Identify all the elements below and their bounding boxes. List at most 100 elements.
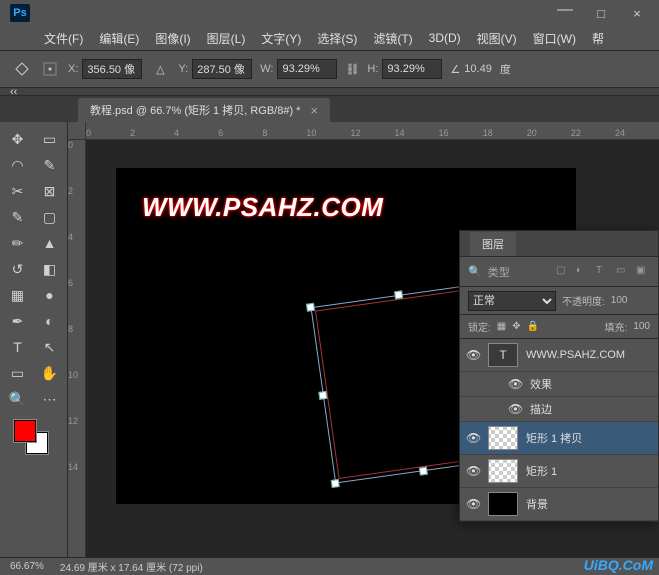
- path-select-tool[interactable]: ↖: [37, 336, 63, 358]
- reference-point-icon[interactable]: [40, 59, 60, 79]
- zoom-level[interactable]: 66.67%: [10, 561, 44, 572]
- transform-tool-icon[interactable]: [12, 59, 32, 79]
- filter-shape-icon[interactable]: ▭: [616, 265, 630, 279]
- window-minimize[interactable]: —: [547, 0, 583, 20]
- menu-edit[interactable]: 编辑(E): [93, 28, 145, 49]
- close-tab-icon[interactable]: ×: [310, 103, 318, 118]
- layer-stroke-fx[interactable]: 👁 描边: [460, 397, 658, 422]
- visibility-icon[interactable]: 👁: [466, 464, 480, 478]
- menu-help[interactable]: 帮: [586, 28, 610, 49]
- crop-tool[interactable]: ✂: [5, 180, 31, 202]
- zoom-tool[interactable]: 🔍: [5, 388, 31, 410]
- w-input[interactable]: [277, 59, 337, 79]
- menu-3d[interactable]: 3D(D): [423, 29, 467, 47]
- rectangle-tool[interactable]: ▭: [5, 362, 31, 384]
- quick-select-tool[interactable]: ✎: [37, 154, 63, 176]
- lasso-tool[interactable]: ◠: [5, 154, 31, 176]
- gradient-tool[interactable]: ▦: [5, 284, 31, 306]
- dodge-tool[interactable]: ◐: [37, 310, 63, 332]
- handle-nw[interactable]: [306, 303, 315, 312]
- brush-tool[interactable]: ✏: [5, 232, 31, 254]
- menu-bar: 文件(F) 编辑(E) 图像(I) 图层(L) 文字(Y) 选择(S) 滤镜(T…: [0, 26, 659, 50]
- search-icon[interactable]: 🔍: [468, 265, 482, 278]
- layer-rect[interactable]: 👁 矩形 1: [460, 455, 658, 488]
- visibility-icon[interactable]: 👁: [466, 431, 480, 445]
- visibility-icon[interactable]: 👁: [466, 497, 480, 511]
- opacity-value[interactable]: 100: [611, 295, 628, 306]
- document-tab[interactable]: 教程.psd @ 66.7% (矩形 1 拷贝, RGB/8#) * ×: [78, 98, 330, 122]
- menu-file[interactable]: 文件(F): [38, 28, 89, 49]
- layers-panel[interactable]: 图层 🔍 类型 ▢ ◐ T ▭ ▣ 正常 不透明度: 100 锁定: ▦ ✥ 🔒…: [459, 230, 659, 522]
- layer-background[interactable]: 👁 背景: [460, 488, 658, 521]
- filter-smart-icon[interactable]: ▣: [636, 265, 650, 279]
- edit-toolbar[interactable]: ⋯: [37, 388, 63, 410]
- collapse-toggle[interactable]: ‹‹: [0, 88, 659, 96]
- artboard-tool[interactable]: ▭: [37, 128, 63, 150]
- menu-view[interactable]: 视图(V): [471, 28, 523, 49]
- status-bar: 66.67% 24.69 厘米 x 17.64 厘米 (72 ppi): [0, 557, 659, 575]
- layer-rect-copy[interactable]: 👁 矩形 1 拷贝: [460, 422, 658, 455]
- handle-s[interactable]: [419, 467, 428, 476]
- handle-w[interactable]: [318, 391, 327, 400]
- hand-tool[interactable]: ✋: [37, 362, 63, 384]
- blend-mode[interactable]: 正常: [468, 291, 556, 311]
- handle-sw[interactable]: [331, 479, 340, 488]
- footer-watermark: UiBQ.CoM: [584, 557, 653, 573]
- y-input[interactable]: [192, 59, 252, 79]
- menu-filter[interactable]: 滤镜(T): [367, 28, 418, 49]
- layer-name[interactable]: 背景: [526, 496, 652, 512]
- layers-tab[interactable]: 图层: [470, 232, 516, 256]
- menu-layer[interactable]: 图层(L): [201, 28, 252, 49]
- lock-pixels-icon[interactable]: ▦: [497, 321, 506, 332]
- filter-type[interactable]: 类型: [488, 264, 510, 280]
- ruler-vertical[interactable]: 02468101214: [68, 140, 86, 557]
- menu-select[interactable]: 选择(S): [311, 28, 363, 49]
- layer-thumb: [488, 426, 518, 450]
- window-close[interactable]: ×: [619, 3, 655, 23]
- layer-name[interactable]: 矩形 1: [526, 463, 652, 479]
- menu-image[interactable]: 图像(I): [149, 28, 196, 49]
- visibility-icon[interactable]: 👁: [466, 348, 480, 362]
- filter-adjust-icon[interactable]: ◐: [576, 265, 590, 279]
- lock-all-icon[interactable]: 🔒: [527, 321, 539, 332]
- x-input[interactable]: [82, 59, 142, 79]
- menu-window[interactable]: 窗口(W): [527, 28, 582, 49]
- lock-label: 锁定:: [468, 319, 491, 334]
- lock-position-icon[interactable]: ✥: [512, 321, 520, 332]
- fill-value[interactable]: 100: [633, 321, 650, 332]
- fill-label: 填充:: [605, 319, 628, 334]
- handle-n[interactable]: [394, 290, 403, 299]
- move-tool[interactable]: ✥: [5, 128, 31, 150]
- ruler-horizontal[interactable]: 024681012141618202224: [86, 122, 659, 140]
- options-bar: X: △ Y: W: ⛓ H: ∠10.49 度: [0, 50, 659, 88]
- color-swatches[interactable]: [14, 420, 54, 460]
- menu-type[interactable]: 文字(Y): [255, 28, 307, 49]
- filter-image-icon[interactable]: ▢: [556, 265, 570, 279]
- visibility-icon[interactable]: 👁: [508, 377, 522, 391]
- eraser-tool[interactable]: ◧: [37, 258, 63, 280]
- pen-tool[interactable]: ✒: [5, 310, 31, 332]
- layer-thumb: [488, 492, 518, 516]
- layer-list: 👁 T WWW.PSAHZ.COM 👁 效果 👁 描边 👁 矩形 1 拷贝 👁 …: [460, 339, 658, 521]
- blur-tool[interactable]: ●: [37, 284, 63, 306]
- ruler-origin[interactable]: [68, 122, 86, 140]
- filter-type-icon[interactable]: T: [596, 265, 610, 279]
- clone-tool[interactable]: ▲: [37, 232, 63, 254]
- layer-thumb: [488, 459, 518, 483]
- window-maximize[interactable]: □: [583, 3, 619, 23]
- type-tool[interactable]: T: [5, 336, 31, 358]
- history-brush-tool[interactable]: ↺: [5, 258, 31, 280]
- h-input[interactable]: [382, 59, 442, 79]
- link-wh-icon[interactable]: ⛓: [345, 63, 359, 76]
- layer-thumb-text: T: [488, 343, 518, 367]
- swap-xy-icon[interactable]: △: [150, 59, 170, 79]
- eyedropper-tool[interactable]: ✎: [5, 206, 31, 228]
- visibility-icon[interactable]: 👁: [508, 402, 522, 416]
- foreground-color[interactable]: [14, 420, 36, 442]
- marquee-tool[interactable]: ▢: [37, 206, 63, 228]
- layer-name[interactable]: WWW.PSAHZ.COM: [526, 349, 652, 361]
- layer-text[interactable]: 👁 T WWW.PSAHZ.COM: [460, 339, 658, 372]
- layer-effects[interactable]: 👁 效果: [460, 372, 658, 397]
- layer-name[interactable]: 矩形 1 拷贝: [526, 430, 652, 446]
- frame-tool[interactable]: ⊠: [37, 180, 63, 202]
